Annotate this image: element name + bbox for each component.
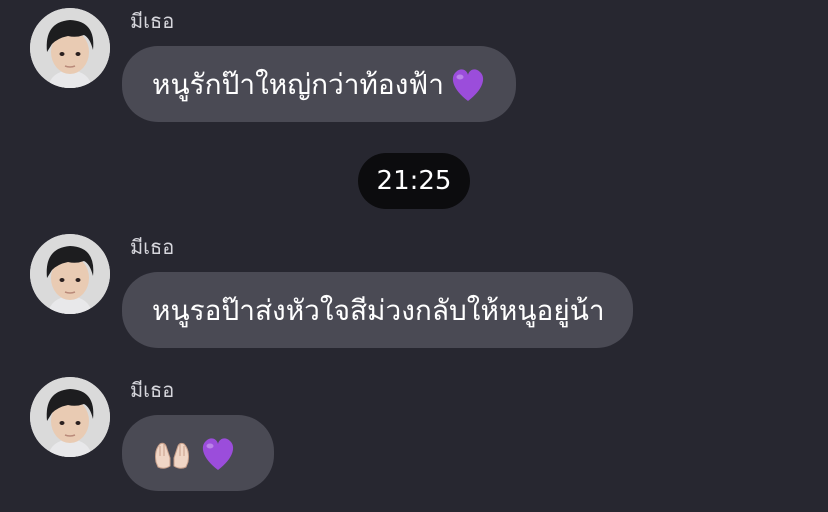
palms-up-together-icon [155, 442, 189, 469]
message-bubble[interactable]: หนูรอป๊าส่งหัวใจสีม่วงกลับให้หนูอยู่น้า [122, 272, 633, 348]
sender-name: มีเธอ [130, 9, 175, 33]
purple-heart-icon [452, 69, 484, 101]
sender-name: มีเธอ [130, 235, 175, 259]
sender-avatar[interactable] [30, 8, 110, 88]
message-text: หนูรักป๊าใหญ่กว่าท้องฟ้า [152, 68, 444, 101]
sender-avatar[interactable] [30, 234, 110, 314]
purple-heart-icon [202, 438, 234, 470]
message-text: หนูรอป๊าส่งหัวใจสีม่วงกลับให้หนูอยู่น้า [152, 294, 605, 327]
sender-avatar[interactable] [30, 377, 110, 457]
message-bubble[interactable] [122, 415, 274, 491]
message-bubble[interactable]: หนูรักป๊าใหญ่กว่าท้องฟ้า [122, 46, 516, 122]
sender-name: มีเธอ [130, 378, 175, 402]
timestamp-divider: 21:25 [358, 153, 470, 209]
